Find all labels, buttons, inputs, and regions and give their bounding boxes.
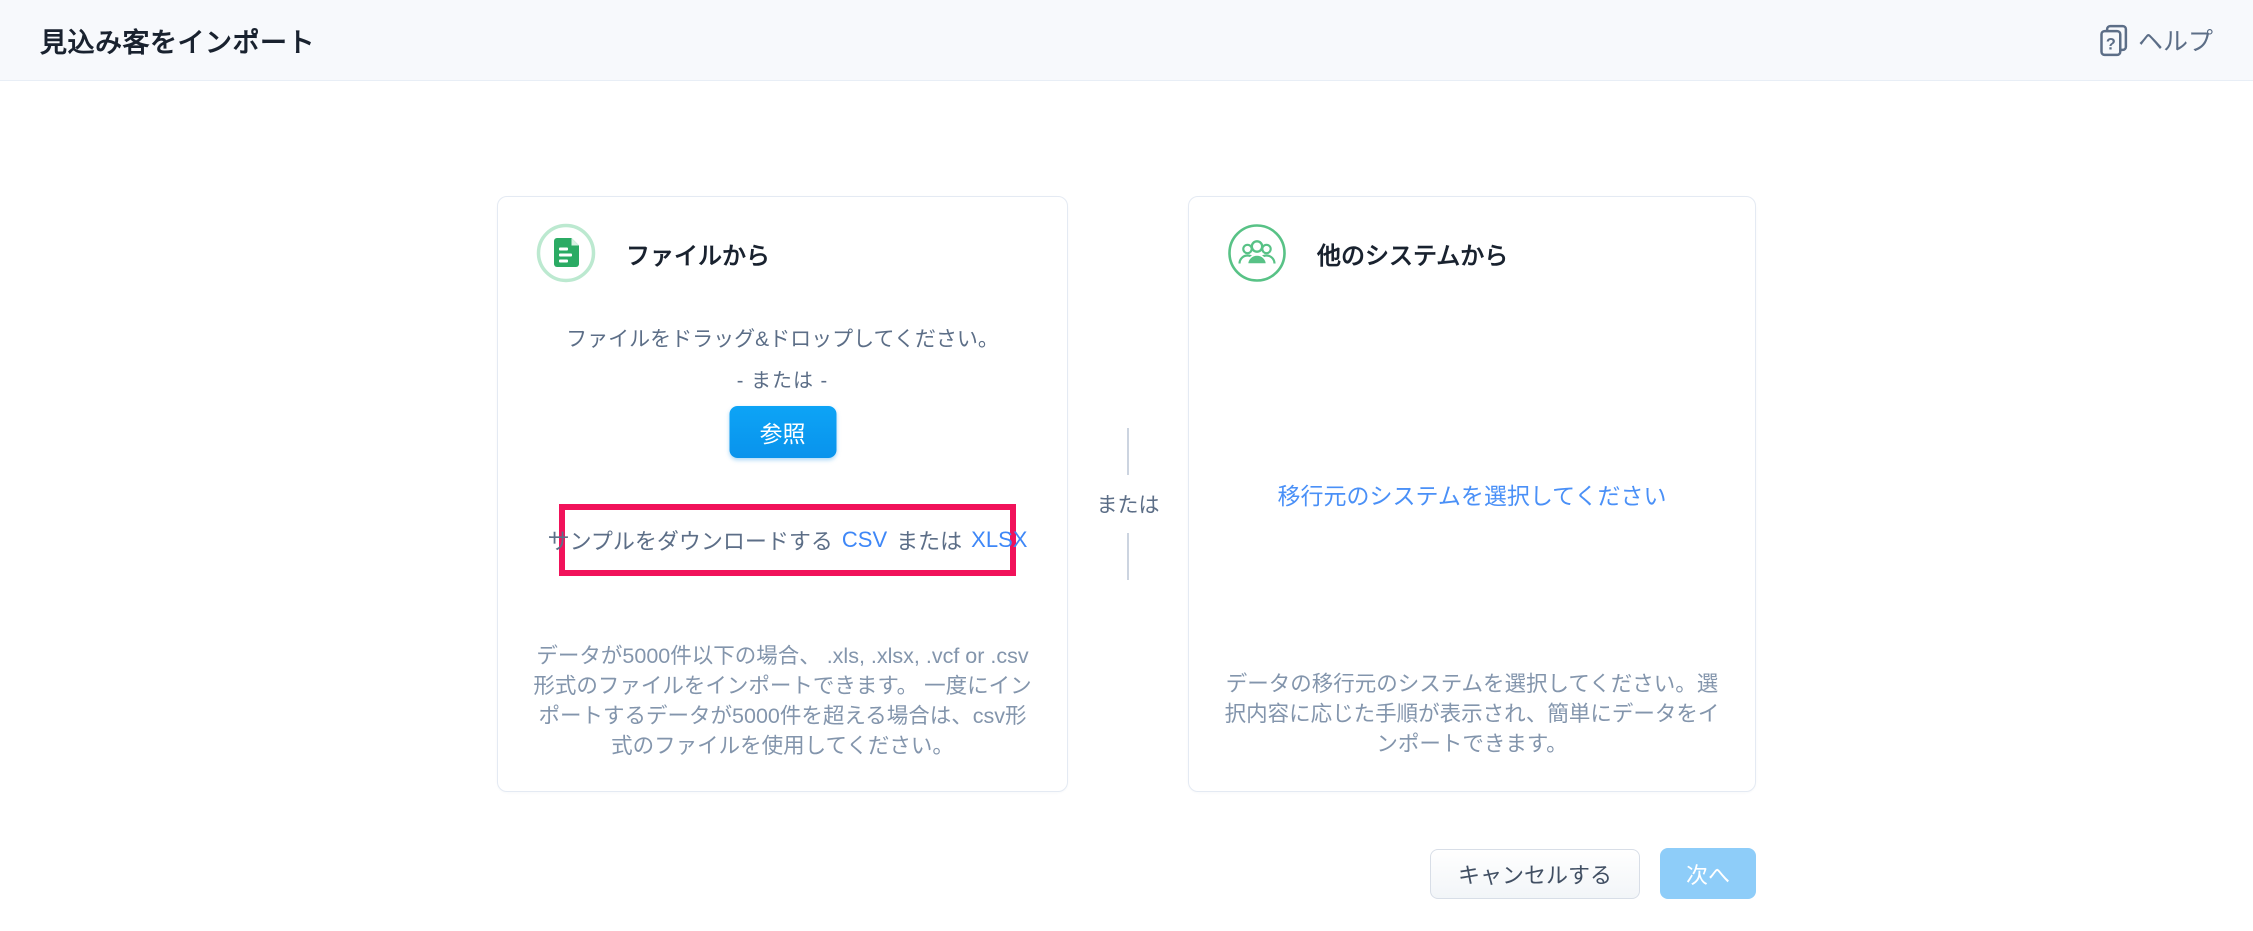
divider-line-top bbox=[1127, 428, 1129, 475]
sample-download-label: サンプルをダウンロードする bbox=[548, 524, 833, 556]
select-source-system-link[interactable]: 移行元のシステムを選択してください bbox=[1189, 477, 1755, 511]
page-header: 見込み客をインポート ? ヘルプ bbox=[0, 0, 2253, 81]
xlsx-sample-link[interactable]: XLSX bbox=[971, 527, 1027, 553]
file-card-header: ファイルから bbox=[536, 223, 770, 283]
help-label: ヘルプ bbox=[2138, 22, 2213, 58]
svg-text:?: ? bbox=[2106, 35, 2116, 53]
system-card-title: 他のシステムから bbox=[1317, 236, 1508, 271]
file-import-description: データが5000件以下の場合、 .xls, .xlsx, .vcf or .cs… bbox=[530, 641, 1035, 761]
system-import-description: データの移行元のシステムを選択してください。選択内容に応じた手順が表示され、簡単… bbox=[1221, 669, 1723, 759]
help-icon: ? bbox=[2099, 24, 2129, 57]
divider-or-text: または bbox=[1097, 489, 1160, 519]
file-import-card[interactable]: ファイルから ファイルをドラッグ&ドロップしてください。 - または - 参照 … bbox=[497, 196, 1068, 792]
csv-sample-link[interactable]: CSV bbox=[842, 527, 887, 553]
help-link[interactable]: ? ヘルプ bbox=[2099, 22, 2213, 58]
file-card-title: ファイルから bbox=[626, 236, 770, 271]
system-card-header: 他のシステムから bbox=[1227, 223, 1508, 283]
sample-or-text: または bbox=[896, 524, 962, 556]
divider-line-bottom bbox=[1127, 533, 1129, 580]
browse-button[interactable]: 参照 bbox=[729, 406, 836, 458]
people-group-icon bbox=[1227, 223, 1287, 283]
page-title: 見込み客をインポート bbox=[40, 21, 315, 60]
next-button[interactable]: 次へ bbox=[1660, 848, 1756, 899]
system-import-card: 他のシステムから 移行元のシステムを選択してください データの移行元のシステムを… bbox=[1188, 196, 1756, 792]
sample-download-highlight: サンプルをダウンロードする CSV または XLSX bbox=[559, 504, 1016, 576]
file-document-icon bbox=[536, 223, 596, 283]
cancel-button[interactable]: キャンセルする bbox=[1430, 849, 1640, 899]
drag-drop-instruction: ファイルをドラッグ&ドロップしてください。 bbox=[498, 323, 1067, 353]
or-separator-text: - または - bbox=[498, 364, 1067, 393]
cards-or-divider: または bbox=[1088, 428, 1168, 580]
